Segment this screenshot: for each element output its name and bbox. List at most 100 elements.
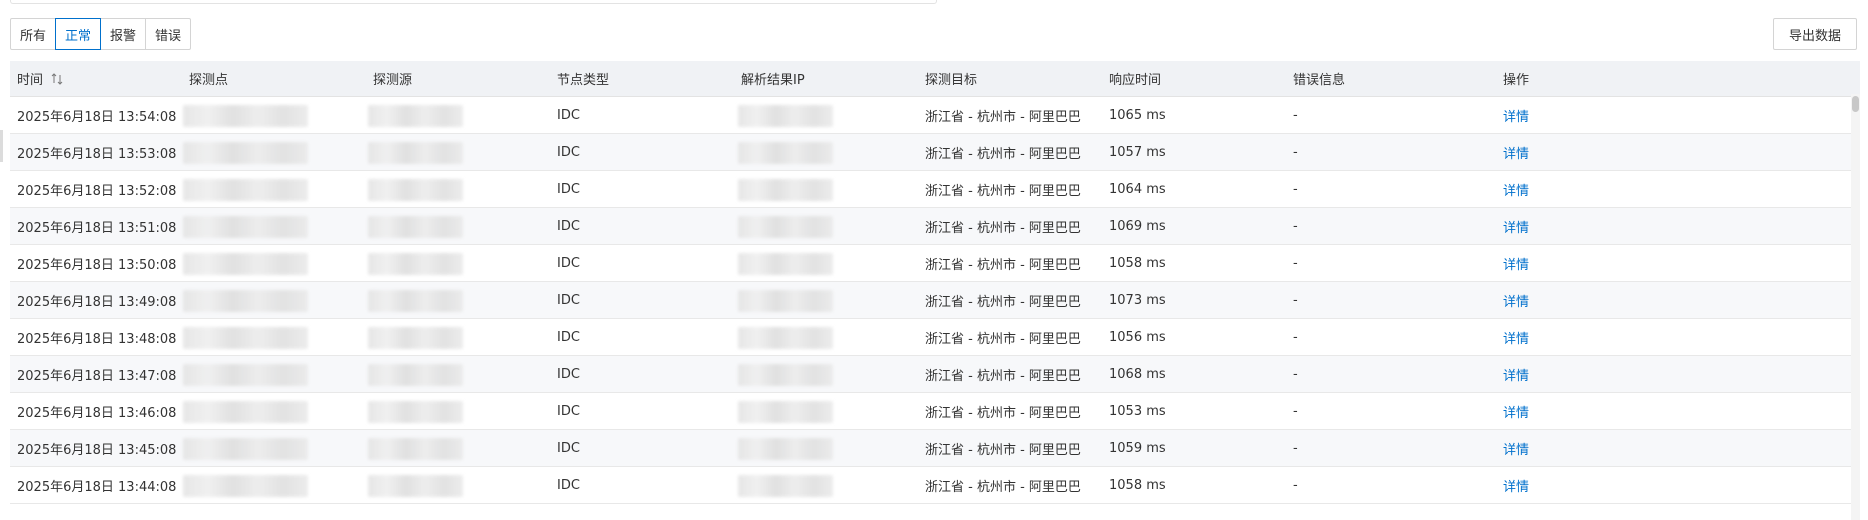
- cell-probe-source-redacted: [368, 401, 463, 423]
- column-header-response-time: 响应时间: [1109, 73, 1162, 88]
- cell-resolved-ip-redacted: [738, 179, 833, 201]
- cell-node-type: IDC: [557, 256, 580, 271]
- side-panel-handle[interactable]: [0, 130, 3, 162]
- cell-error-info: -: [1293, 330, 1298, 345]
- detail-link[interactable]: 详情: [1503, 393, 1529, 430]
- table-header: 时间 探测点 探测源 节点类型 解析结果IP 探测目标 响应时间 错误信息 操作: [10, 61, 1860, 97]
- cell-probe-point-redacted: [183, 216, 308, 238]
- column-header-time[interactable]: 时间: [17, 61, 63, 96]
- cell-probe-target: 浙江省 - 杭州市 - 阿里巴巴: [925, 480, 1081, 495]
- cell-error-info: -: [1293, 108, 1298, 123]
- column-header-actions: 操作: [1503, 73, 1530, 88]
- cell-time: 2025年6月18日 13:46:08: [17, 406, 177, 421]
- cell-probe-source-redacted: [368, 105, 463, 127]
- table-row: 2025年6月18日 13:47:08 IDC 浙江省 - 杭州市 - 阿里巴巴 10…: [10, 356, 1860, 393]
- cell-error-info: -: [1293, 256, 1298, 271]
- detail-link[interactable]: 详情: [1503, 208, 1529, 245]
- cell-probe-point-redacted: [183, 253, 308, 275]
- cell-time: 2025年6月18日 13:50:08: [17, 258, 177, 273]
- cell-resolved-ip-redacted: [738, 105, 833, 127]
- cell-probe-source-redacted: [368, 475, 463, 497]
- table-row: 2025年6月18日 13:49:08 IDC 浙江省 - 杭州市 - 阿里巴巴 10…: [10, 282, 1860, 319]
- cell-time: 2025年6月18日 13:45:08: [17, 443, 177, 458]
- cell-response-time: 1065 ms: [1109, 108, 1166, 123]
- column-header-resolved-ip: 解析结果IP: [741, 73, 805, 88]
- detail-link[interactable]: 详情: [1503, 430, 1529, 467]
- filter-alarm-button[interactable]: 报警: [100, 18, 147, 50]
- cell-node-type: IDC: [557, 404, 580, 419]
- cell-probe-point-redacted: [183, 142, 308, 164]
- cell-node-type: IDC: [557, 108, 580, 123]
- cell-probe-target: 浙江省 - 杭州市 - 阿里巴巴: [925, 258, 1081, 273]
- cell-time: 2025年6月18日 13:52:08: [17, 184, 177, 199]
- cell-error-info: -: [1293, 478, 1298, 493]
- cell-probe-target: 浙江省 - 杭州市 - 阿里巴巴: [925, 332, 1081, 347]
- detail-link[interactable]: 详情: [1503, 134, 1529, 171]
- cell-response-time: 1057 ms: [1109, 145, 1166, 160]
- table-scrollbar-thumb[interactable]: [1852, 96, 1859, 112]
- detail-link[interactable]: 详情: [1503, 356, 1529, 393]
- cell-resolved-ip-redacted: [738, 216, 833, 238]
- cell-node-type: IDC: [557, 330, 580, 345]
- cell-time: 2025年6月18日 13:54:08: [17, 110, 177, 125]
- cell-probe-source-redacted: [368, 216, 463, 238]
- cell-response-time: 1053 ms: [1109, 404, 1166, 419]
- cell-resolved-ip-redacted: [738, 438, 833, 460]
- cell-time: 2025年6月18日 13:51:08: [17, 221, 177, 236]
- detail-link[interactable]: 详情: [1503, 467, 1529, 504]
- cell-probe-point-redacted: [183, 179, 308, 201]
- cell-probe-target: 浙江省 - 杭州市 - 阿里巴巴: [925, 295, 1081, 310]
- export-data-button[interactable]: 导出数据: [1773, 18, 1857, 50]
- sort-icon[interactable]: [51, 72, 63, 86]
- cell-resolved-ip-redacted: [738, 475, 833, 497]
- column-header-probe-point: 探测点: [189, 73, 229, 88]
- search-bar-bottom-edge: [10, 0, 937, 4]
- cell-error-info: -: [1293, 219, 1298, 234]
- cell-probe-target: 浙江省 - 杭州市 - 阿里巴巴: [925, 443, 1081, 458]
- cell-probe-source-redacted: [368, 142, 463, 164]
- cell-error-info: -: [1293, 404, 1298, 419]
- cell-probe-point-redacted: [183, 438, 308, 460]
- table-row: 2025年6月18日 13:50:08 IDC 浙江省 - 杭州市 - 阿里巴巴 10…: [10, 245, 1860, 282]
- cell-response-time: 1058 ms: [1109, 478, 1166, 493]
- detail-link[interactable]: 详情: [1503, 319, 1529, 356]
- table-scrollbar[interactable]: [1851, 94, 1860, 520]
- cell-probe-source-redacted: [368, 364, 463, 386]
- cell-response-time: 1064 ms: [1109, 182, 1166, 197]
- filter-error-button[interactable]: 错误: [145, 18, 192, 50]
- detail-link[interactable]: 详情: [1503, 282, 1529, 319]
- filter-normal-button[interactable]: 正常: [55, 18, 102, 50]
- detail-link[interactable]: 详情: [1503, 171, 1529, 208]
- cell-probe-target: 浙江省 - 杭州市 - 阿里巴巴: [925, 147, 1081, 162]
- table-row: 2025年6月18日 13:48:08 IDC 浙江省 - 杭州市 - 阿里巴巴 10…: [10, 319, 1860, 356]
- cell-time: 2025年6月18日 13:48:08: [17, 332, 177, 347]
- detail-link[interactable]: 详情: [1503, 245, 1529, 282]
- probe-results-table: 时间 探测点 探测源 节点类型 解析结果IP 探测目标 响应时间 错误信息 操作…: [10, 61, 1860, 520]
- filter-all-button[interactable]: 所有: [10, 18, 57, 50]
- cell-probe-source-redacted: [368, 290, 463, 312]
- cell-time: 2025年6月18日 13:44:08: [17, 480, 177, 495]
- cell-node-type: IDC: [557, 182, 580, 197]
- cell-response-time: 1068 ms: [1109, 367, 1166, 382]
- cell-time: 2025年6月18日 13:53:08: [17, 147, 177, 162]
- cell-probe-target: 浙江省 - 杭州市 - 阿里巴巴: [925, 406, 1081, 421]
- cell-probe-target: 浙江省 - 杭州市 - 阿里巴巴: [925, 110, 1081, 125]
- cell-probe-point-redacted: [183, 327, 308, 349]
- detail-link[interactable]: 详情: [1503, 97, 1529, 134]
- cell-resolved-ip-redacted: [738, 142, 833, 164]
- table-row: 2025年6月18日 13:45:08 IDC 浙江省 - 杭州市 - 阿里巴巴 10…: [10, 430, 1860, 467]
- cell-time: 2025年6月18日 13:49:08: [17, 295, 177, 310]
- cell-probe-target: 浙江省 - 杭州市 - 阿里巴巴: [925, 221, 1081, 236]
- table-body: 2025年6月18日 13:54:08 IDC 浙江省 - 杭州市 - 阿里巴巴 10…: [10, 97, 1860, 504]
- cell-response-time: 1058 ms: [1109, 256, 1166, 271]
- cell-error-info: -: [1293, 182, 1298, 197]
- cell-probe-source-redacted: [368, 438, 463, 460]
- cell-probe-source-redacted: [368, 253, 463, 275]
- table-row: 2025年6月18日 13:44:08 IDC 浙江省 - 杭州市 - 阿里巴巴 10…: [10, 467, 1860, 504]
- cell-resolved-ip-redacted: [738, 364, 833, 386]
- cell-time: 2025年6月18日 13:47:08: [17, 369, 177, 384]
- column-header-label: 时间: [17, 73, 44, 88]
- table-row: 2025年6月18日 13:51:08 IDC 浙江省 - 杭州市 - 阿里巴巴 10…: [10, 208, 1860, 245]
- cell-probe-point-redacted: [183, 401, 308, 423]
- cell-node-type: IDC: [557, 219, 580, 234]
